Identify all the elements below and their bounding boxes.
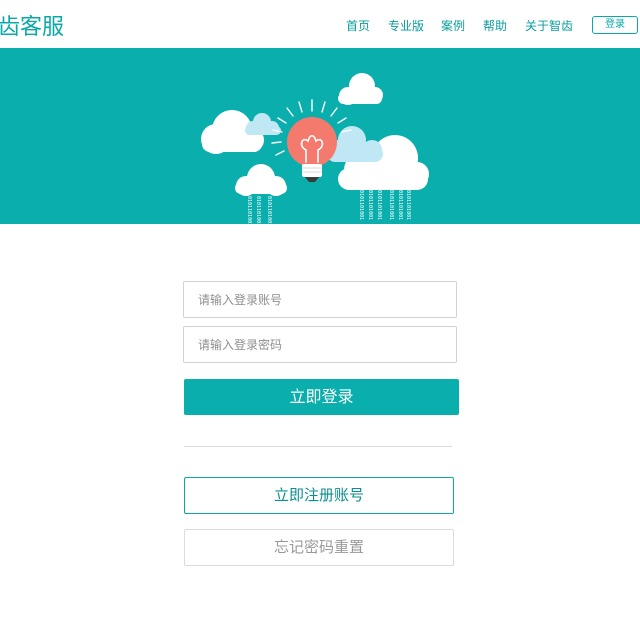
binary-stream: 0101101001 <box>255 196 261 224</box>
cloud-icon <box>235 164 287 196</box>
binary-stream: 0101101001 <box>376 190 382 220</box>
forgot-password-button[interactable]: 忘记密码重置 <box>184 529 454 566</box>
nav-item-about[interactable]: 关于智齿 <box>525 17 573 34</box>
login-submit-button[interactable]: 立即登录 <box>184 379 459 415</box>
binary-stream: 0101101001 <box>266 196 272 224</box>
binary-stream: 0101101001 <box>405 190 411 220</box>
nav-item-cases[interactable]: 案例 <box>441 17 465 34</box>
cloud-icon <box>245 113 281 135</box>
binary-streams: 0101101001 0101101001 0101101001 0101101… <box>246 190 411 224</box>
binary-stream: 0101101001 <box>358 190 364 220</box>
light-bulb-icon <box>287 117 337 182</box>
banner-illustration: 0101101001 0101101001 0101101001 0101101… <box>201 73 429 224</box>
hero-banner: 0101101001 0101101001 0101101001 0101101… <box>0 48 640 224</box>
account-input[interactable] <box>183 281 457 318</box>
binary-stream: 0101101001 <box>367 190 373 220</box>
password-input[interactable] <box>183 326 457 363</box>
divider <box>184 446 452 447</box>
nav-item-pro[interactable]: 专业版 <box>388 17 424 34</box>
top-navigation-bar: 齿客服 首页 专业版 案例 帮助 关于智齿 登录 <box>0 0 640 48</box>
nav-item-help[interactable]: 帮助 <box>483 17 507 34</box>
nav-item-home[interactable]: 首页 <box>346 17 370 34</box>
cloud-icon <box>338 73 383 105</box>
header-login-button[interactable]: 登录 <box>592 16 638 34</box>
login-form: 立即登录 立即注册账号 忘记密码重置 <box>0 224 640 640</box>
register-button[interactable]: 立即注册账号 <box>184 477 454 514</box>
binary-stream: 0101101001 <box>397 190 403 220</box>
main-nav: 首页 专业版 案例 帮助 关于智齿 <box>0 17 640 37</box>
binary-stream: 0101101001 <box>388 190 394 220</box>
binary-stream: 0101101001 <box>246 196 252 224</box>
